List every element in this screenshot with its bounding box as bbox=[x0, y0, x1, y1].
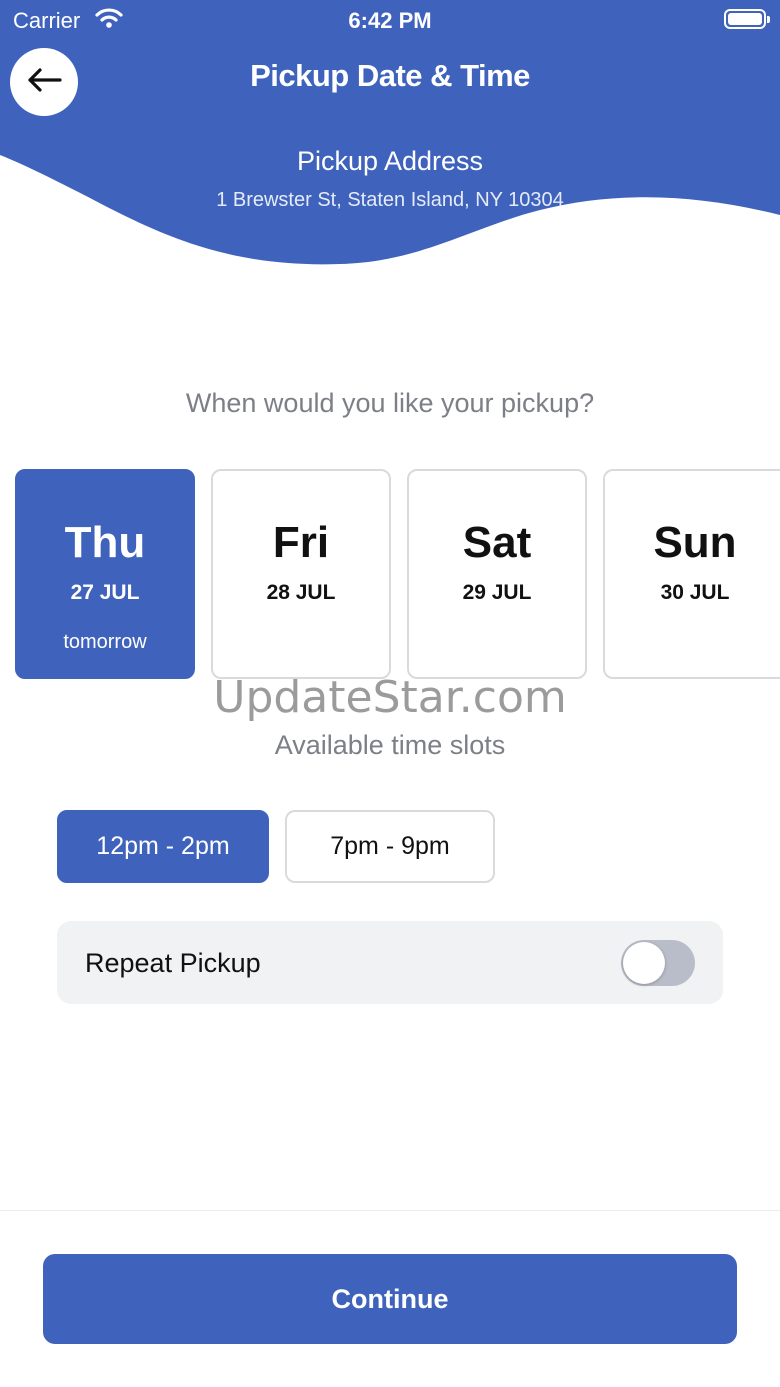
day-name: Fri bbox=[272, 518, 330, 567]
status-bar: Carrier 6:42 PM bbox=[0, 0, 780, 40]
day-date: 27 JUL bbox=[70, 581, 140, 604]
day-name: Thu bbox=[64, 518, 146, 567]
day-card-fri[interactable]: Fri 28 JUL bbox=[211, 469, 391, 679]
repeat-pickup-row: Repeat Pickup bbox=[57, 921, 723, 1004]
repeat-pickup-toggle[interactable] bbox=[621, 940, 695, 986]
day-selector: Thu 27 JUL tomorrow Fri 28 JUL Sat 29 JU… bbox=[0, 469, 780, 681]
day-card-thu[interactable]: Thu 27 JUL tomorrow bbox=[15, 469, 195, 679]
day-card-sat[interactable]: Sat 29 JUL bbox=[407, 469, 587, 679]
day-date: 29 JUL bbox=[462, 581, 532, 604]
watermark: UpdateStar.com bbox=[213, 672, 567, 723]
day-card-sun[interactable]: Sun 30 JUL bbox=[603, 469, 780, 679]
day-name: Sun bbox=[653, 518, 737, 567]
time-slots-heading: Available time slots bbox=[274, 730, 506, 760]
status-time: 6:42 PM bbox=[348, 8, 432, 33]
repeat-pickup-label: Repeat Pickup bbox=[85, 948, 261, 978]
pickup-address-label: Pickup Address bbox=[296, 146, 484, 176]
time-slot-7pm-9pm[interactable]: 7pm - 9pm bbox=[285, 810, 495, 883]
day-date: 30 JUL bbox=[660, 581, 730, 604]
footer-divider bbox=[0, 1210, 780, 1211]
time-slot-12pm-2pm[interactable]: 12pm - 2pm bbox=[57, 810, 269, 883]
pickup-address-value: 1 Brewster St, Staten Island, NY 10304 bbox=[216, 189, 564, 211]
battery-icon bbox=[724, 9, 770, 29]
toggle-knob bbox=[623, 942, 665, 984]
page-title: Pickup Date & Time bbox=[250, 58, 530, 93]
day-subtitle: tomorrow bbox=[63, 631, 147, 653]
day-date: 28 JUL bbox=[266, 581, 336, 604]
day-name: Sat bbox=[462, 518, 532, 567]
continue-button[interactable]: Continue bbox=[43, 1254, 737, 1344]
date-question: When would you like your pickup? bbox=[185, 388, 595, 418]
